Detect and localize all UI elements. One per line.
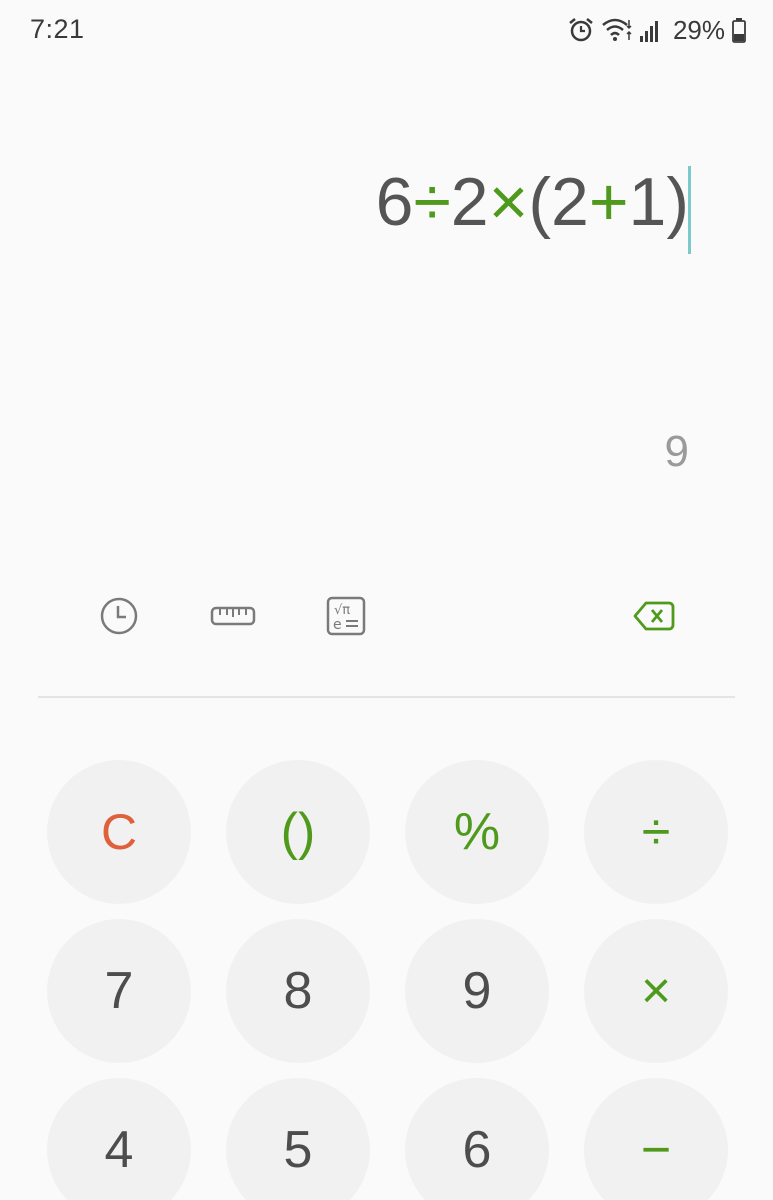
result-preview: 9 xyxy=(664,427,689,476)
status-icons: 29% xyxy=(567,14,747,46)
expression-operator: ÷ xyxy=(413,164,451,240)
percent-label: % xyxy=(453,803,501,861)
expression-operand: (2 xyxy=(528,164,589,240)
battery-percentage: 29% xyxy=(672,14,725,45)
alarm-icon xyxy=(567,16,595,44)
expression-operand: 1) xyxy=(628,164,689,240)
digit-9-label: 9 xyxy=(462,962,492,1020)
divide-button[interactable]: ÷ xyxy=(584,760,728,904)
digit-5-label: 5 xyxy=(283,1121,313,1179)
backspace-icon[interactable] xyxy=(633,596,675,636)
status-time: 7:21 xyxy=(30,14,85,44)
svg-text:√π: √π xyxy=(334,603,350,618)
svg-text:e: e xyxy=(333,617,342,633)
expression-operand: 2 xyxy=(450,164,489,240)
expression-operator: + xyxy=(588,164,629,240)
parentheses-button[interactable]: () xyxy=(226,760,370,904)
multiply-button[interactable]: × xyxy=(584,919,728,1063)
expression-input[interactable]: 6÷2×(2+1) xyxy=(376,168,689,236)
status-bar: 7:21 29% xyxy=(0,0,773,62)
multiply-label: × xyxy=(640,962,672,1020)
digit-8-label: 8 xyxy=(283,962,313,1020)
digit-9-button[interactable]: 9 xyxy=(405,919,549,1063)
divide-label: ÷ xyxy=(641,803,671,861)
expression-operand: 6 xyxy=(375,164,414,240)
history-icon[interactable] xyxy=(99,596,139,636)
digit-6-button[interactable]: 6 xyxy=(405,1078,549,1200)
divider xyxy=(38,696,735,698)
digit-6-label: 6 xyxy=(462,1121,492,1179)
clear-button[interactable]: C xyxy=(47,760,191,904)
digit-7-button[interactable]: 7 xyxy=(47,919,191,1063)
calculator-screen: 7:21 29% 6÷2×(2+1) 9 √π e C () % ÷ 7 8 9… xyxy=(0,0,773,1200)
digit-4-label: 4 xyxy=(104,1121,134,1179)
parentheses-label: () xyxy=(280,803,316,861)
expression-operator: × xyxy=(488,164,529,240)
clear-label: C xyxy=(100,804,138,860)
subtract-button[interactable]: − xyxy=(584,1078,728,1200)
subtract-label: − xyxy=(640,1121,672,1179)
digit-4-button[interactable]: 4 xyxy=(47,1078,191,1200)
wifi-icon xyxy=(601,16,633,44)
battery-icon xyxy=(731,16,747,44)
digit-7-label: 7 xyxy=(104,962,134,1020)
scientific-icon[interactable]: √π e xyxy=(326,596,366,636)
signal-icon xyxy=(639,16,663,44)
digit-5-button[interactable]: 5 xyxy=(226,1078,370,1200)
digit-8-button[interactable]: 8 xyxy=(226,919,370,1063)
percent-button[interactable]: % xyxy=(405,760,549,904)
unit-converter-icon[interactable] xyxy=(210,596,256,636)
text-cursor xyxy=(688,166,691,254)
